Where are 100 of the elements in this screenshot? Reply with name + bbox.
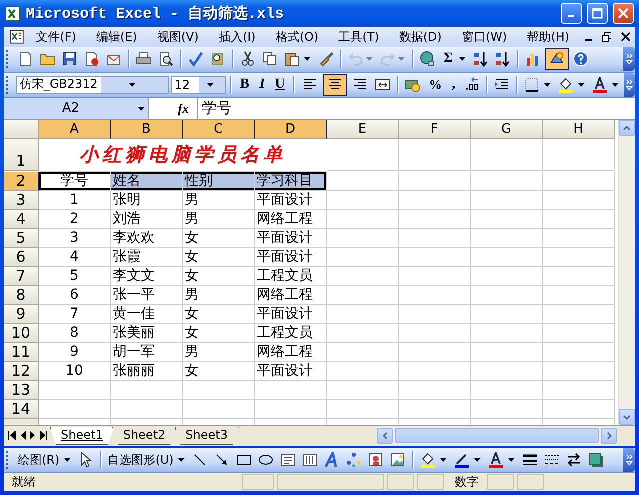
permission-icon[interactable] [84,51,100,68]
toolbar-grip[interactable] [6,451,11,470]
scissors-icon[interactable] [240,51,256,68]
column-header[interactable]: F [399,120,471,140]
caret-icon[interactable] [178,458,185,462]
row-header[interactable]: 2 [4,172,39,192]
caret-icon[interactable] [474,458,481,462]
paint-bucket-icon[interactable] [558,76,574,93]
toolbar-grip[interactable] [6,76,11,94]
caret-icon[interactable] [304,57,311,62]
maximize-icon[interactable] [592,8,603,20]
column-header[interactable]: C [183,120,255,140]
column-header[interactable]: D [255,120,327,140]
row-header[interactable]: 7 [4,267,39,286]
font-color-icon[interactable] [592,76,608,93]
sheet-tab[interactable]: Sheet1 [50,426,114,445]
horizontal-scrollbar[interactable] [377,427,617,444]
caret-icon[interactable] [508,458,515,462]
chevron-icon[interactable] [626,453,632,468]
first-sheet-icon[interactable] [8,431,16,440]
row-header[interactable]: 9 [4,305,39,324]
sort-icon[interactable] [495,51,512,68]
bold-button[interactable]: B [236,76,254,93]
row-header[interactable]: 4 [4,210,39,230]
image-icon[interactable] [390,452,406,468]
merge-center-icon[interactable] [375,76,392,93]
menu-item[interactable]: 数据(D) [389,28,452,46]
vertical-scrollbar[interactable] [618,120,635,426]
line-style-icon[interactable] [522,452,538,468]
menu-item[interactable]: 工具(T) [328,28,390,46]
row-header[interactable]: 13 [4,381,39,400]
borders-icon[interactable] [524,76,540,93]
autoshapes-menu-button[interactable]: 自选图形(U) [106,452,176,469]
column-header[interactable]: B [111,120,183,140]
percent-button[interactable]: % [425,76,446,93]
row-header[interactable]: 6 [4,248,39,268]
printer-icon[interactable] [136,51,152,68]
toolbar-grip[interactable] [6,50,11,68]
font-color-icon[interactable] [488,452,504,468]
text-box-icon[interactable] [280,452,296,468]
chevron-icon[interactable] [626,52,632,66]
menu-item[interactable]: 插入(I) [208,28,266,46]
caret-icon[interactable] [440,458,447,462]
menu-item[interactable]: 格式(O) [266,28,329,46]
menu-item[interactable]: 文件(F) [26,28,86,46]
save-icon[interactable] [62,51,78,68]
column-header[interactable]: E [327,120,399,140]
help-icon[interactable] [573,51,590,68]
scroll-left-button[interactable] [377,428,393,444]
caret-icon[interactable] [206,82,214,87]
menu-item[interactable]: 窗口(W) [452,28,518,46]
row-header[interactable]: 5 [4,229,39,248]
arrow-style-icon[interactable] [566,452,582,468]
row-header[interactable]: 8 [4,286,39,306]
next-sheet-icon[interactable] [30,431,36,440]
row-header[interactable]: 1 [4,139,39,172]
toolbar-options-button[interactable] [623,47,635,72]
toolbar-options-button[interactable] [624,72,635,97]
insert-function-button[interactable]: fx [149,100,197,117]
comma-button[interactable]: , [448,76,460,93]
caret-icon[interactable] [578,82,585,87]
column-header[interactable]: H [543,120,615,140]
caret-icon[interactable] [459,57,466,62]
wordart-icon[interactable] [324,452,340,468]
scroll-up-button[interactable] [619,120,635,136]
shadow-icon[interactable] [588,452,604,468]
sort-icon[interactable] [473,51,490,68]
formula-field[interactable]: 学号 [197,98,635,120]
column-header[interactable]: G [471,120,543,140]
clip-art-icon[interactable] [368,452,384,468]
magnifier-icon[interactable] [158,51,174,68]
row-header[interactable]: 3 [4,191,39,210]
menu-item[interactable]: 帮助(H) [517,28,580,46]
draw-menu-button[interactable]: 绘图(R) [16,452,62,469]
row-header[interactable]: 11 [4,343,39,362]
column-header[interactable]: A [39,120,111,140]
menu-item[interactable]: 视图(V) [147,28,209,46]
maximize-button[interactable] [587,3,608,24]
workbook-icon[interactable] [8,28,26,46]
diagram-icon[interactable] [346,452,362,468]
new-document-icon[interactable] [18,51,34,68]
minimize-button[interactable] [561,3,582,24]
name-box[interactable]: A2 [4,98,149,120]
copy-icon[interactable] [262,51,278,68]
clipboard-icon[interactable] [284,51,300,68]
caret-icon[interactable] [129,82,136,87]
row-header[interactable]: 14 [4,400,39,420]
decimal-icon[interactable] [464,76,480,93]
font-size-field[interactable]: 12 [170,76,226,94]
toolbar-options-button[interactable] [623,448,635,472]
sheet-tab[interactable]: Sheet3 [174,426,239,445]
row-header[interactable]: 12 [4,362,39,382]
scroll-thumb[interactable] [395,428,599,444]
restore-icon[interactable] [602,32,611,42]
autosum-button[interactable]: Σ [440,51,458,68]
caret-icon[interactable] [138,106,145,111]
chevron-icon[interactable] [626,78,633,92]
last-sheet-icon[interactable] [40,431,48,440]
italic-button[interactable]: I [256,76,270,93]
caret-icon[interactable] [544,82,551,87]
